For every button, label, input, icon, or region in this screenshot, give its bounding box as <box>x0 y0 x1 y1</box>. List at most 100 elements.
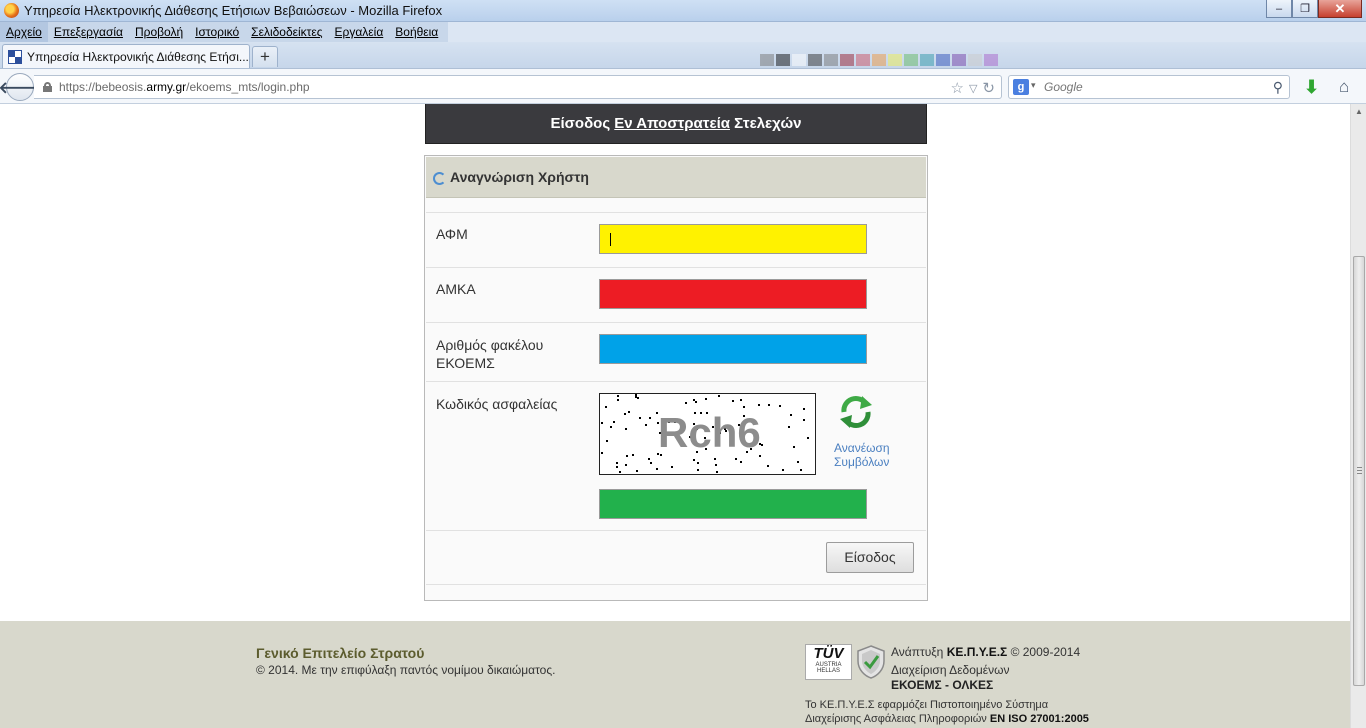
back-button[interactable]: 🡐 <box>0 73 41 101</box>
tab-label: Υπηρεσία Ηλεκτρονικής Διάθεσης Ετήσι... <box>27 50 249 64</box>
captcha-refresh-link[interactable]: Ανανέωση Συμβόλων <box>834 441 890 469</box>
menu-bookmarks[interactable]: Σελιδοδείκτες <box>245 22 328 42</box>
window-title: Υπηρεσία Ηλεκτρονικής Διάθεσης Ετήσιων Β… <box>24 3 443 18</box>
user-refresh-icon <box>433 172 446 185</box>
submit-button[interactable]: Είσοδος <box>826 542 914 573</box>
home-icon[interactable]: ⌂ <box>1339 77 1349 97</box>
captcha-noise-dot <box>656 468 658 470</box>
captcha-noise-dot <box>718 395 720 397</box>
captcha-noise-dot <box>616 462 618 464</box>
dropdown-icon[interactable]: ▽ <box>969 82 977 97</box>
captcha-text: Rch6 <box>658 409 761 456</box>
captcha-noise-dot <box>639 417 641 419</box>
captcha-noise-dot <box>650 462 652 464</box>
captcha-noise-dot <box>807 437 809 439</box>
minimize-button[interactable]: ‒ <box>1266 0 1292 18</box>
header-link[interactable]: Εν Αποστρατεία <box>614 115 730 132</box>
close-button[interactable]: ✕ <box>1318 0 1362 18</box>
scroll-up-arrow-icon[interactable]: ▲ <box>1351 104 1366 120</box>
captcha-noise-dot <box>697 462 699 464</box>
menu-edit[interactable]: Επεξεργασία <box>48 22 129 42</box>
captcha-refresh-line1: Ανανέωση <box>834 441 890 455</box>
captcha-noise-dot <box>758 404 760 406</box>
lock-icon[interactable] <box>43 82 52 92</box>
captcha-noise-dot <box>732 400 734 402</box>
captcha-noise-dot <box>625 428 627 430</box>
tab-active[interactable]: Υπηρεσία Ηλεκτρονικής Διάθεσης Ετήσι... <box>2 44 250 69</box>
file-number-input[interactable] <box>599 334 867 364</box>
captcha-noise-dot <box>705 398 707 400</box>
amka-label: ΑΜΚΑ <box>436 281 476 297</box>
captcha-noise-dot <box>619 471 621 473</box>
menu-tools[interactable]: Εργαλεία <box>329 22 390 42</box>
captcha-noise-dot <box>767 465 769 467</box>
new-tab-button[interactable]: + <box>252 46 278 67</box>
data-management-org: ΕΚΟΕΜΣ - ΟΛΚΕΣ <box>891 678 994 692</box>
page-scrollbar[interactable]: ▲ <box>1350 104 1366 728</box>
security-code-label: Κωδικός ασφαλείας <box>436 396 558 412</box>
captcha-refresh-line2: Συμβόλων <box>834 455 890 469</box>
form-header: Αναγνώριση Χρήστη <box>426 157 926 198</box>
url-text[interactable]: https://bebeosis.army.gr/ekoems_mts/logi… <box>59 80 310 94</box>
captcha-noise-dot <box>761 444 763 446</box>
menu-history[interactable]: Ιστορικό <box>189 22 245 42</box>
tab-bar: Υπηρεσία Ηλεκτρονικής Διάθεσης Ετήσι... … <box>0 42 1366 69</box>
window-titlebar: Υπηρεσία Ηλεκτρονικής Διάθεσης Ετήσιων Β… <box>0 0 1366 22</box>
amka-input[interactable] <box>599 279 867 309</box>
captcha-noise-dot <box>648 458 650 460</box>
divider <box>426 530 926 531</box>
iso-statement-line1: Το ΚΕ.Π.Υ.Ε.Σ εφαρμόζει Πιστοποιημένο Σύ… <box>805 699 1049 711</box>
captcha-noise-dot <box>716 471 718 473</box>
captcha-noise-dot <box>693 399 695 401</box>
captcha-noise-dot <box>735 458 737 460</box>
navigation-bar: 🡐 https://bebeosis.army.gr/ekoems_mts/lo… <box>0 68 1366 104</box>
afm-input[interactable] <box>599 224 867 254</box>
captcha-noise-dot <box>645 424 647 426</box>
search-icon[interactable]: ⚲ <box>1273 79 1283 96</box>
menu-view[interactable]: Προβολή <box>129 22 189 42</box>
footer-copyright: © 2014. Με την επιφύλαξη παντός νομίμου … <box>256 663 556 677</box>
google-icon[interactable]: g <box>1013 79 1029 95</box>
developer-credit: Ανάπτυξη ΚΕ.Π.Υ.Ε.Σ © 2009-2014 <box>891 645 1081 659</box>
tab-bar-background-swatches <box>760 54 998 66</box>
captcha-noise-dot <box>697 469 699 471</box>
scrollbar-thumb[interactable] <box>1353 256 1365 686</box>
tuv-austria-hellas-logo: TÜV AUSTRIA HELLAS <box>805 644 852 680</box>
data-management-label: Διαχείριση Δεδομένων <box>891 663 1010 677</box>
divider <box>426 584 926 585</box>
download-icon[interactable]: ⬇ <box>1304 77 1319 98</box>
captcha-noise-dot <box>624 413 626 415</box>
menu-file[interactable]: Αρχείο <box>0 22 48 42</box>
divider <box>426 212 926 213</box>
url-bar[interactable]: https://bebeosis.army.gr/ekoems_mts/logi… <box>34 75 1002 99</box>
captcha-noise-dot <box>671 466 673 468</box>
search-engine-dropdown-icon[interactable]: ▾ <box>1031 80 1036 91</box>
firefox-icon[interactable] <box>4 3 19 18</box>
search-input[interactable]: Google <box>1044 80 1083 94</box>
captcha-noise-dot <box>632 454 634 456</box>
captcha-noise-dot <box>625 464 627 466</box>
star-icon[interactable]: ☆ <box>951 79 964 97</box>
url-prefix: https://bebeosis. <box>59 80 147 94</box>
divider <box>426 267 926 268</box>
captcha-noise-dot <box>637 397 639 399</box>
maximize-button[interactable]: ❐ <box>1292 0 1318 18</box>
security-code-input[interactable] <box>599 489 867 519</box>
captcha-noise-dot <box>626 455 628 457</box>
captcha-noise-dot <box>768 404 770 406</box>
menu-bar: Αρχείο Επεξεργασία Προβολή Ιστορικό Σελι… <box>0 22 1366 42</box>
menu-help[interactable]: Βοήθεια <box>389 22 444 42</box>
page-content: Είσοδος Εν Αποστρατεία Στελεχών Αναγνώρι… <box>0 104 1350 728</box>
captcha-noise-dot <box>743 406 745 408</box>
captcha-noise-dot <box>714 458 716 460</box>
file-number-label-line1: Αριθμός φακέλου <box>436 337 544 353</box>
reload-icon[interactable]: ↻ <box>982 79 995 97</box>
captcha-refresh-icon[interactable] <box>836 393 876 431</box>
url-path: /ekoems_mts/login.php <box>186 80 310 94</box>
file-number-label: Αριθμός φακέλου ΕΚΟΕΜΣ <box>436 336 543 372</box>
search-bar[interactable]: g ▾ Google ⚲ <box>1008 75 1290 99</box>
captcha-noise-dot <box>740 399 742 401</box>
captcha-noise-dot <box>790 414 792 416</box>
captcha-noise-dot <box>695 401 697 403</box>
form-title: Αναγνώριση Χρήστη <box>450 169 589 185</box>
